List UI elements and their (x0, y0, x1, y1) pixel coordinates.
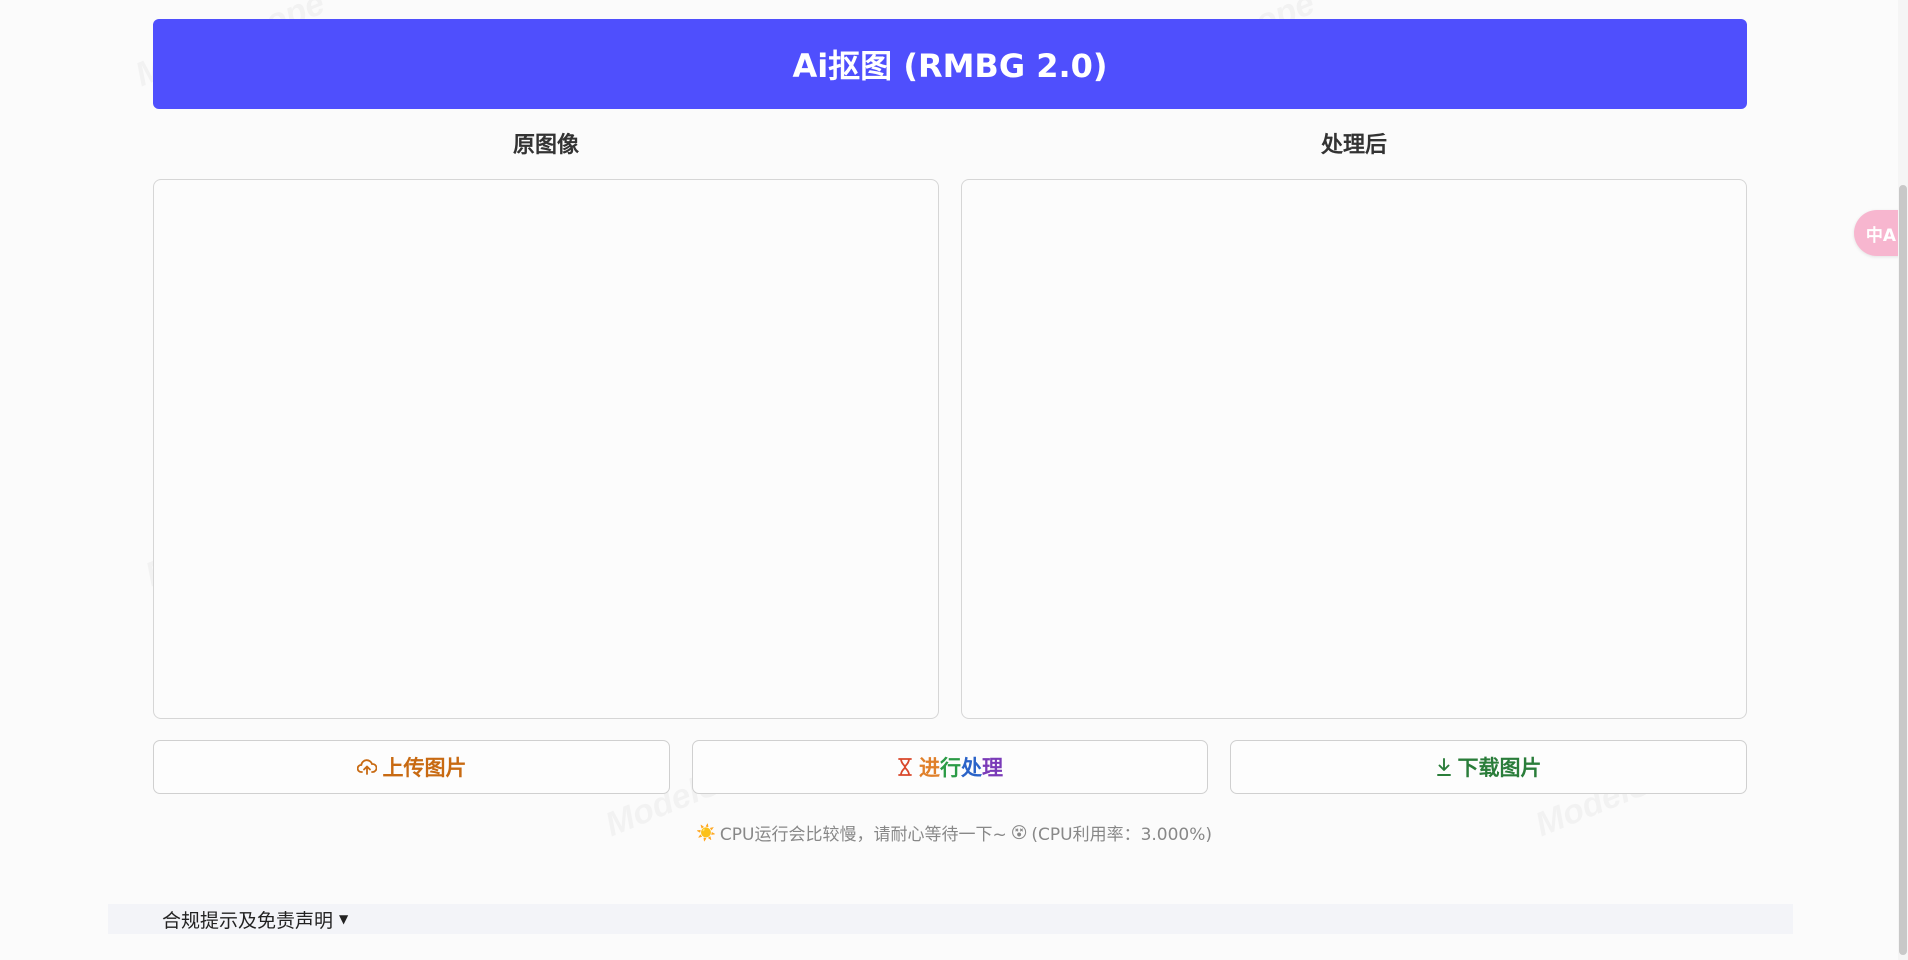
upload-image-button[interactable]: 上传图片 (153, 740, 670, 794)
process-label: 进行处理 (919, 752, 1003, 782)
sun-icon: ☀️ (695, 823, 716, 842)
scrollbar-thumb[interactable] (1899, 185, 1907, 955)
download-image-button[interactable]: 下载图片 (1230, 740, 1747, 794)
cpu-note: ☀️ CPU运行会比较慢，请耐心等待一下~ 😵 (CPU利用率：3.000%) (0, 820, 1908, 845)
disclaimer-toggle[interactable]: 合规提示及免责声明 ▼ (162, 906, 348, 933)
processed-image-panel[interactable] (961, 179, 1747, 719)
page-title-banner: Ai抠图 (RMBG 2.0) (153, 19, 1747, 109)
process-label-char: 行 (940, 756, 961, 780)
processed-image-label: 处理后 (1320, 133, 1387, 158)
cpu-note-text: CPU运行会比较慢，请耐心等待一下~ (719, 825, 1007, 845)
original-image-label: 原图像 (512, 133, 579, 158)
caret-down-icon: ▼ (339, 912, 349, 926)
app-page: ModelScope ModelScope ModelScope ModelSc… (0, 0, 1908, 960)
page-title: Ai抠图 (RMBG 2.0) (792, 47, 1108, 85)
original-image-panel[interactable] (153, 179, 939, 719)
download-image-label: 下载图片 (1457, 756, 1542, 780)
page-scrollbar[interactable] (1898, 0, 1908, 960)
upload-image-label: 上传图片 (382, 756, 467, 780)
translate-icon: 中A (1865, 225, 1897, 246)
process-label-char: 理 (982, 756, 1003, 780)
download-icon (1436, 757, 1452, 777)
dizzy-face-icon: 😵 (1010, 823, 1028, 842)
hourglass-icon (897, 757, 913, 777)
process-button[interactable]: 进行处理 (692, 740, 1208, 794)
cloud-upload-icon (356, 758, 377, 776)
disclaimer-label: 合规提示及免责声明 (162, 909, 334, 932)
process-label-char: 处 (961, 756, 982, 780)
disclaimer-accordion: 合规提示及免责声明 ▼ (108, 904, 1793, 934)
process-label-char: 进 (919, 756, 940, 780)
cpu-usage-text: (CPU利用率：3.000%) (1031, 825, 1213, 845)
